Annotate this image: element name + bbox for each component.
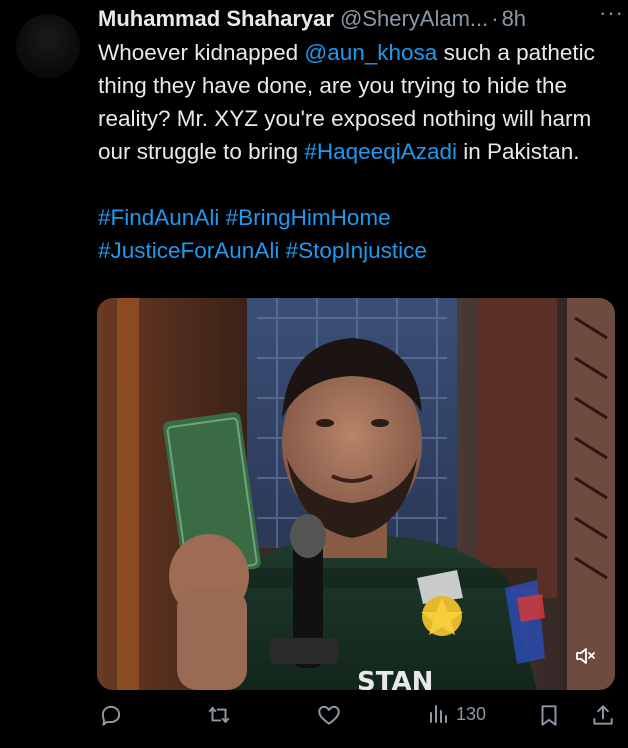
speaker-muted-icon[interactable] xyxy=(573,644,597,668)
hashtag-link[interactable]: #BringHimHome xyxy=(226,205,391,230)
views-button[interactable]: 130 xyxy=(426,702,486,726)
views-count: 130 xyxy=(456,703,487,724)
share-button[interactable] xyxy=(590,702,616,728)
more-options-icon[interactable]: ··· xyxy=(599,0,624,26)
retweet-icon xyxy=(208,706,230,724)
video-player[interactable]: STAN xyxy=(97,298,615,690)
tweet-header: Muhammad Shaharyar @SheryAlam... · 8h xyxy=(98,4,612,34)
tweet[interactable]: Muhammad Shaharyar @SheryAlam... · 8h ··… xyxy=(0,0,628,748)
tweet-text-part: in Pakistan. xyxy=(457,139,580,164)
heart-icon xyxy=(318,705,340,725)
author-name[interactable]: Muhammad Shaharyar xyxy=(98,6,334,32)
hashtag-link[interactable]: #StopInjustice xyxy=(286,238,427,263)
reply-button[interactable] xyxy=(98,702,124,728)
action-bar: 130 xyxy=(98,700,618,732)
svg-text:STAN: STAN xyxy=(357,667,433,690)
views-icon xyxy=(430,705,447,723)
share-icon xyxy=(593,705,613,725)
like-button[interactable] xyxy=(316,702,342,728)
bookmark-button[interactable] xyxy=(536,702,562,728)
video-frame: STAN xyxy=(97,298,615,690)
bookmark-icon xyxy=(541,705,557,726)
hashtag-link[interactable]: #JusticeForAunAli xyxy=(98,238,279,263)
author-handle[interactable]: @SheryAlam... xyxy=(340,6,488,32)
tweet-text-part: Whoever kidnapped xyxy=(98,40,305,65)
avatar[interactable] xyxy=(16,14,80,78)
hashtag-link[interactable]: #FindAunAli xyxy=(98,205,219,230)
retweet-button[interactable] xyxy=(206,702,232,728)
mention-link[interactable]: @aun_khosa xyxy=(304,40,437,65)
separator-dot: · xyxy=(491,6,499,31)
hashtag-link[interactable]: #HaqeeqiAzadi xyxy=(304,139,457,164)
timestamp[interactable]: 8h xyxy=(502,6,526,32)
tweet-text: Whoever kidnapped @aun_khosa such a path… xyxy=(98,36,618,267)
reply-icon xyxy=(101,705,121,726)
